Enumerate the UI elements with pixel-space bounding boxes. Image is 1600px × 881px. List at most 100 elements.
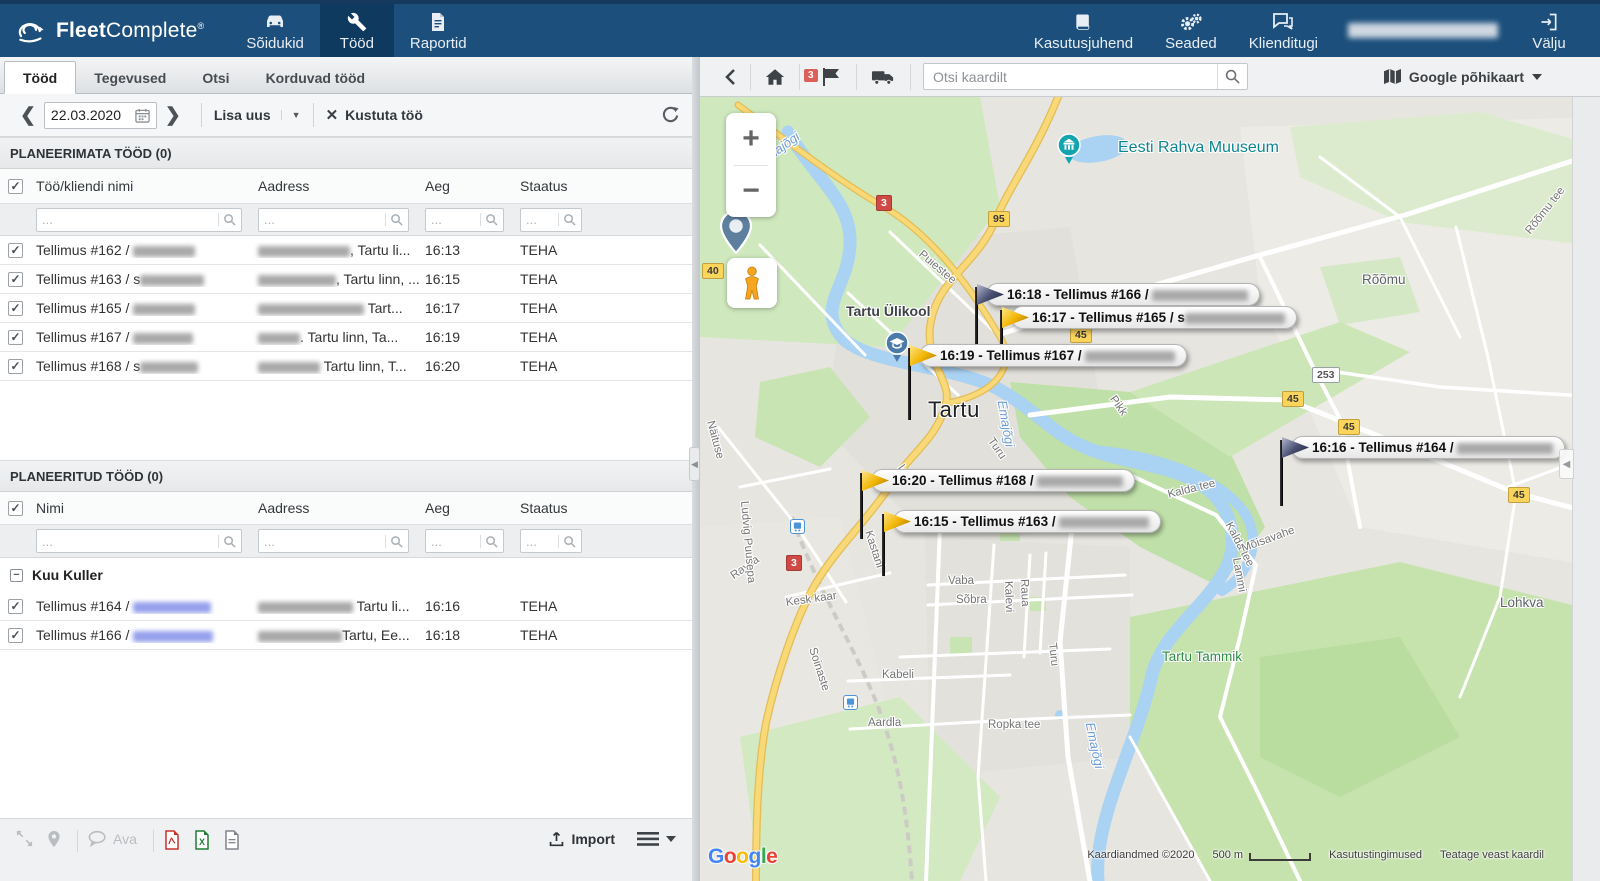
nav-item-seaded[interactable]: Seaded <box>1149 4 1233 57</box>
export-pdf-icon[interactable] <box>164 830 180 850</box>
transit-station-icon[interactable] <box>790 519 805 534</box>
marker-label: 16:15 - Tellimus #163 / <box>893 510 1161 533</box>
filter-time-input[interactable]: ... <box>425 529 504 553</box>
museum-pin-icon[interactable] <box>1056 133 1082 168</box>
tab-otsi[interactable]: Otsi <box>184 62 247 93</box>
open-chat-button[interactable]: Ava <box>88 830 137 847</box>
university-pin-icon[interactable] <box>884 331 910 366</box>
column-header[interactable]: Aadress <box>252 178 419 194</box>
search-icon[interactable] <box>218 535 236 548</box>
table-row[interactable]: ✓Tellimus #167 / . Tartu linn, Ta...16:1… <box>0 323 692 352</box>
add-new-button[interactable]: Lisa uus ▼ <box>214 107 301 123</box>
expand-right-panel-handle[interactable]: ◀ <box>1559 449 1574 479</box>
nav-item-tood[interactable]: Tööd <box>320 4 394 57</box>
refresh-button[interactable] <box>661 106 680 125</box>
next-day-button[interactable]: ❯ <box>157 104 189 127</box>
map-search-input[interactable] <box>924 69 1217 85</box>
collapse-group-icon[interactable]: − <box>10 569 23 582</box>
road-badge: 45 <box>1282 391 1304 407</box>
filter-status-input[interactable]: ... <box>520 529 582 553</box>
map-back-button[interactable] <box>714 68 746 86</box>
table-row[interactable]: ✓Tellimus #168 / s Tartu linn, T...16:20… <box>0 352 692 381</box>
row-checkbox[interactable]: ✓ <box>8 272 23 287</box>
group-row-kuu-kuller[interactable]: − Kuu Kuller <box>0 558 692 592</box>
search-icon[interactable] <box>558 535 576 548</box>
list-menu-button[interactable] <box>637 831 676 847</box>
tab-tegevused[interactable]: Tegevused <box>76 62 184 93</box>
panel-resize-divider[interactable]: ◀ <box>692 57 700 881</box>
planned-section-header[interactable]: PLANEERITUD TÖÖD (0) <box>0 460 692 492</box>
table-row[interactable]: ✓Tellimus #164 / Tartu li...16:16TEHA <box>0 592 692 621</box>
map-canvas[interactable]: Eesti Rahva MuuseumEmajõgiPuiesteeRõõmuR… <box>700 97 1600 881</box>
search-icon[interactable] <box>218 213 236 226</box>
report-error-link[interactable]: Teatage veast kaardil <box>1440 849 1544 861</box>
search-icon[interactable] <box>480 213 498 226</box>
nav-item-kasutusjuhend[interactable]: Kasutusjuhend <box>1018 4 1149 57</box>
zoom-out-button[interactable]: − <box>726 166 776 218</box>
map-home-button[interactable] <box>755 68 795 86</box>
import-button[interactable]: Import <box>548 830 615 847</box>
hamburger-icon <box>637 831 659 847</box>
table-row[interactable]: ✓Tellimus #165 / Tart...16:17TEHA <box>0 294 692 323</box>
column-header[interactable]: Töö/kliendi nimi <box>30 178 252 194</box>
transit-station-icon[interactable] <box>843 695 858 710</box>
date-field[interactable] <box>44 102 157 129</box>
calendar-icon[interactable] <box>135 108 150 123</box>
row-checkbox[interactable]: ✓ <box>8 330 23 345</box>
map-pin-icon[interactable] <box>47 830 61 848</box>
search-icon[interactable] <box>385 213 403 226</box>
brand-logo[interactable]: FleetComplete® <box>0 4 230 57</box>
column-header[interactable]: Aeg <box>419 500 514 516</box>
select-all-checkbox[interactable]: ✓ <box>8 179 23 194</box>
filter-address-input[interactable]: ... <box>258 529 409 553</box>
column-header[interactable]: Aadress <box>252 500 419 516</box>
tab-korduvad-tood[interactable]: Korduvad tööd <box>248 62 384 93</box>
unplanned-section-header[interactable]: PLANEERIMATA TÖÖD (0) <box>0 137 692 169</box>
terms-link[interactable]: Kasutustingimused <box>1329 849 1422 861</box>
delete-job-button[interactable]: ✕ Kustuta töö <box>326 106 423 124</box>
filter-name-input[interactable]: ... <box>36 529 242 553</box>
table-row[interactable]: ✓Tellimus #162 / , Tartu li...16:13TEHA <box>0 236 692 265</box>
search-icon[interactable] <box>558 213 576 226</box>
filter-status-input[interactable]: ... <box>520 208 582 232</box>
nav-item-raportid[interactable]: Raportid <box>394 4 483 57</box>
add-new-dropdown-caret[interactable]: ▼ <box>281 110 301 120</box>
export-doc-icon[interactable] <box>224 830 240 850</box>
map-search-button[interactable] <box>1217 64 1247 89</box>
row-checkbox[interactable]: ✓ <box>8 628 23 643</box>
user-name-redacted[interactable] <box>1334 4 1512 57</box>
date-input[interactable] <box>51 107 135 123</box>
filter-time-input[interactable]: ... <box>425 208 504 232</box>
search-icon[interactable] <box>385 535 403 548</box>
map-type-selector[interactable]: Google põhikaart <box>1383 68 1542 85</box>
select-all-checkbox[interactable]: ✓ <box>8 501 23 516</box>
column-header[interactable]: Nimi <box>30 500 252 516</box>
row-checkbox[interactable]: ✓ <box>8 359 23 374</box>
map-flags-button[interactable]: 3 <box>804 67 852 87</box>
nav-item-valju[interactable]: Välju <box>1512 4 1586 57</box>
column-header[interactable]: Aeg <box>419 178 514 194</box>
filter-name-input[interactable]: ... <box>36 208 242 232</box>
tab-tood[interactable]: Tööd <box>4 61 76 94</box>
row-checkbox[interactable]: ✓ <box>8 243 23 258</box>
table-row[interactable]: ✓Tellimus #166 / Tartu, Ee...16:18TEHA <box>0 621 692 650</box>
nav-item-soidukid[interactable]: Sõidukid <box>230 4 320 57</box>
row-checkbox[interactable]: ✓ <box>8 599 23 614</box>
export-excel-icon[interactable]: X <box>194 830 210 850</box>
map-vehicles-button[interactable] <box>861 68 906 86</box>
map-label: Näituse <box>704 419 726 460</box>
row-checkbox[interactable]: ✓ <box>8 301 23 316</box>
nav-item-klienditugi[interactable]: Klienditugi <box>1233 4 1334 57</box>
column-header[interactable]: Staatus <box>514 178 692 194</box>
zoom-in-button[interactable]: + <box>726 113 776 165</box>
table-row[interactable]: ✓Tellimus #163 / s, Tartu linn, ...16:15… <box>0 265 692 294</box>
collapse-panel-icon[interactable] <box>16 830 33 847</box>
search-icon[interactable] <box>480 535 498 548</box>
job-time-cell: 16:15 <box>419 271 514 287</box>
filter-address-input[interactable]: ... <box>258 208 409 232</box>
pegman-control[interactable] <box>727 258 777 308</box>
job-time-cell: 16:13 <box>419 242 514 258</box>
column-header[interactable]: Staatus <box>514 500 692 516</box>
collapse-panel-handle[interactable]: ◀ <box>689 447 700 481</box>
prev-day-button[interactable]: ❮ <box>12 104 44 127</box>
